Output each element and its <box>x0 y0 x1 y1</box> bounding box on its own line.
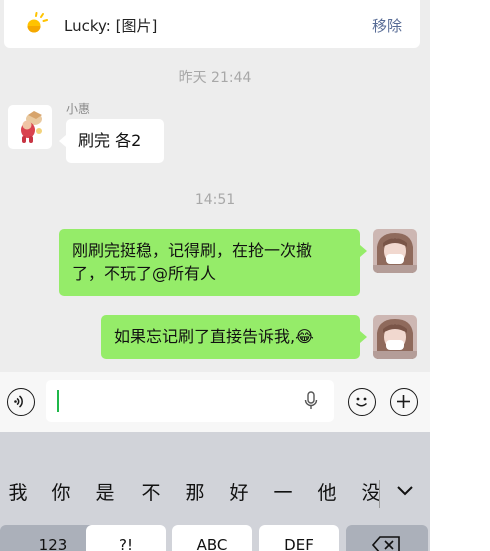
message-text: 如果忘记刷了直接告诉我,😂 <box>114 327 314 346</box>
candidate-word[interactable]: 我 <box>3 478 33 505</box>
candidate-word[interactable]: 一 <box>268 478 298 505</box>
backspace-icon <box>371 536 400 551</box>
candidate-bar: 我 你 是 不 那 好 一 他 没 <box>0 466 430 522</box>
keyboard: 我 你 是 不 那 好 一 他 没 123 ?! ABC DEF <box>0 432 430 551</box>
pinned-message-banner[interactable]: Lucky: [图片] 移除 <box>4 0 420 48</box>
avatar-xiaohui[interactable] <box>8 105 52 149</box>
message-bubble-received[interactable]: 刷完 各2 <box>59 119 164 163</box>
input-bar <box>0 372 430 432</box>
message-text-line: 刚刷完挺稳，记得刷，在抢一次撤 <box>72 241 313 260</box>
candidate-divider <box>379 480 380 508</box>
key-punctuation[interactable]: ?! <box>86 525 166 551</box>
sun-icon <box>27 12 48 33</box>
message-bubble-sent[interactable]: 如果忘记刷了直接告诉我,😂 <box>101 315 367 359</box>
backspace-key[interactable] <box>346 525 428 551</box>
chat-window: Lucky: [图片] 移除 昨天 21:44 小惠 刷完 各2 14:51 刚… <box>0 0 430 551</box>
message-text-line: 了，不玩了@所有人 <box>72 264 217 283</box>
timestamp: 14:51 <box>194 192 236 208</box>
microphone-icon[interactable] <box>304 391 318 411</box>
avatar-self[interactable] <box>373 315 417 359</box>
chevron-down-icon[interactable] <box>395 484 415 498</box>
candidate-word[interactable]: 那 <box>180 478 210 505</box>
candidate-word[interactable]: 他 <box>312 478 342 505</box>
key-abc[interactable]: ABC <box>172 525 252 551</box>
emoji-button[interactable] <box>348 388 376 416</box>
plus-icon <box>397 395 410 408</box>
avatar-image <box>373 315 417 359</box>
candidate-word[interactable]: 是 <box>90 478 120 505</box>
voice-button[interactable] <box>7 388 35 416</box>
candidate-word[interactable]: 你 <box>46 478 76 505</box>
candidate-word[interactable]: 没 <box>356 478 386 505</box>
more-button[interactable] <box>390 388 418 416</box>
avatar-self[interactable] <box>373 229 417 273</box>
avatar-image <box>8 105 52 149</box>
candidate-word[interactable]: 不 <box>136 478 166 505</box>
message-input[interactable] <box>46 380 334 422</box>
pinned-message-text: Lucky: [图片] <box>64 17 158 35</box>
smiley-icon <box>355 397 368 407</box>
sender-name: 小惠 <box>66 102 91 116</box>
timestamp: 昨天 21:44 <box>178 70 252 86</box>
candidate-word[interactable]: 好 <box>224 478 254 505</box>
message-text: 刷完 各2 <box>78 131 142 150</box>
voice-icon <box>14 395 23 408</box>
message-bubble-sent[interactable]: 刚刷完挺稳，记得刷，在抢一次撤 了，不玩了@所有人 <box>59 229 367 296</box>
remove-pin-button[interactable]: 移除 <box>372 15 402 36</box>
text-caret <box>57 390 59 412</box>
avatar-image <box>373 229 417 273</box>
key-def[interactable]: DEF <box>259 525 339 551</box>
